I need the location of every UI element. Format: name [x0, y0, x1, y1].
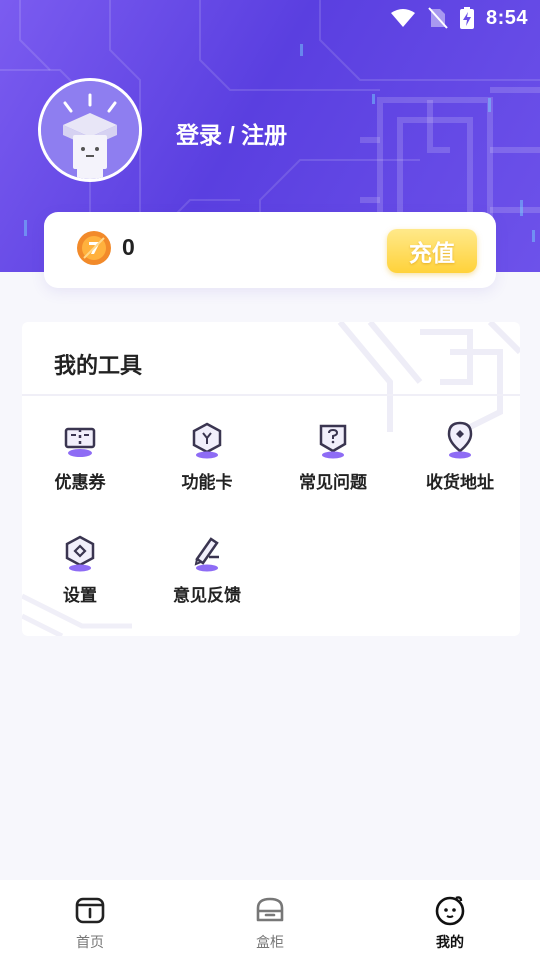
tool-coupon[interactable]: 优惠券: [22, 420, 142, 510]
cabinet-icon: [256, 897, 284, 922]
address-icon: [447, 421, 473, 459]
wallet-card: 0 充值: [44, 212, 496, 288]
tool-address[interactable]: 收货地址: [398, 420, 520, 510]
nav-home[interactable]: 首页: [30, 894, 150, 952]
tool-label: 常见问题: [299, 473, 367, 492]
wifi-icon: [390, 9, 415, 27]
tool-label: 功能卡: [181, 473, 233, 492]
login-register-link[interactable]: 登录 / 注册: [176, 116, 287, 150]
tool-label: 意见反馈: [173, 586, 241, 605]
coupon-icon: [64, 427, 96, 457]
tool-settings[interactable]: 设置: [22, 533, 142, 623]
tool-label: 优惠券: [54, 473, 106, 492]
status-bar: 8:54: [0, 0, 540, 36]
settings-icon: [65, 535, 95, 572]
profile-face-icon: [435, 896, 465, 926]
nav-cabinet[interactable]: 盒柜: [210, 894, 330, 952]
tools-divider: [22, 394, 520, 396]
tool-label: 设置: [63, 586, 97, 605]
coin-icon: [77, 231, 111, 265]
recharge-button[interactable]: 充值: [387, 229, 477, 273]
battery-charging-icon: [459, 7, 474, 29]
avatar[interactable]: [38, 78, 142, 182]
function-card-icon: [192, 422, 222, 459]
no-sim-icon: [428, 7, 448, 29]
tool-feedback[interactable]: 意见反馈: [145, 533, 269, 623]
box-character-icon: [41, 81, 139, 179]
tool-label: 收货地址: [426, 473, 494, 492]
bottom-navigation: 首页 盒柜 我的: [0, 880, 540, 960]
nav-label: 我的: [436, 934, 464, 950]
feedback-icon: [194, 537, 219, 572]
tool-faq[interactable]: 常见问题: [271, 420, 395, 510]
nav-label: 首页: [76, 934, 104, 950]
tools-section-title: 我的工具: [54, 353, 143, 378]
nav-label: 盒柜: [256, 934, 284, 950]
nav-profile[interactable]: 我的: [390, 894, 510, 952]
tools-card-decoration: [337, 322, 520, 432]
status-time: 8:54: [485, 6, 528, 29]
tool-function-card[interactable]: 功能卡: [145, 420, 269, 510]
faq-icon: [319, 424, 347, 459]
coin-balance: 0: [122, 234, 135, 260]
home-box-icon: [75, 897, 105, 924]
my-tools-card: 我的工具 优惠券 功能卡 常见问题 收货地址 设置 意见反馈: [22, 322, 520, 636]
